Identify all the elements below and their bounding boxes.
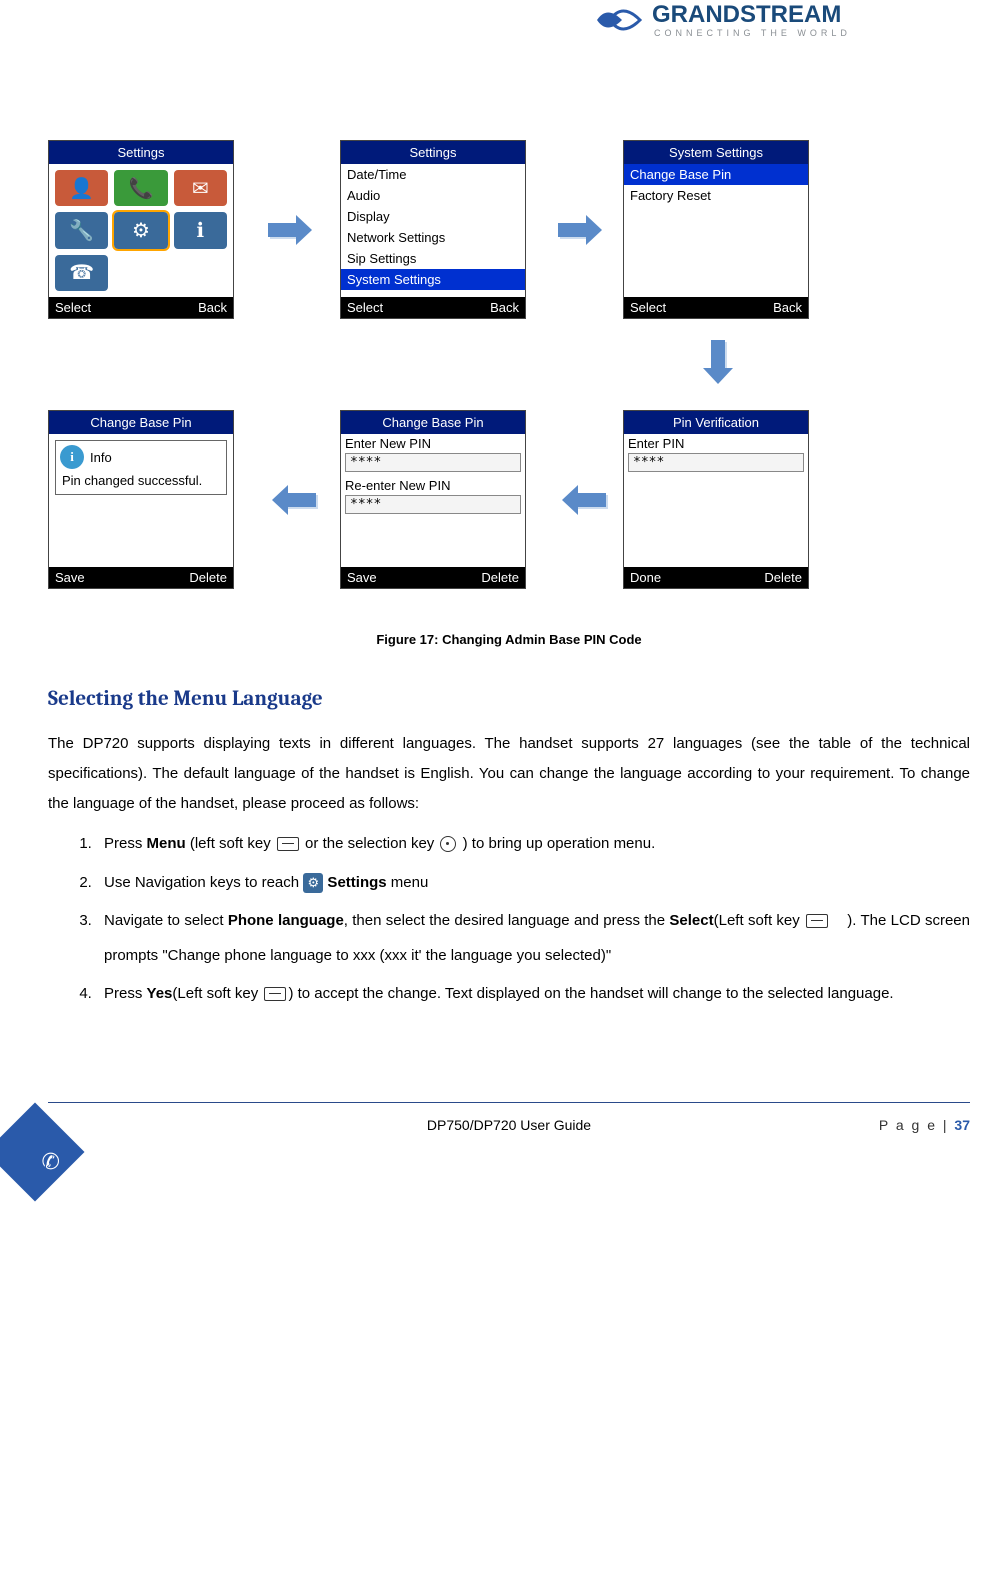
softkey-icon — [264, 987, 286, 1001]
screen-success: Change Base Pin i Info Pin changed succe… — [48, 410, 234, 589]
contacts-icon: 👤 — [55, 170, 108, 206]
selection-key-icon — [440, 836, 456, 852]
arrow-right-icon — [558, 215, 608, 245]
list-item: Audio — [341, 185, 525, 206]
info-title: Info — [90, 450, 112, 465]
footer-title: DP750/DP720 User Guide — [427, 1117, 591, 1133]
corner-badge-icon — [0, 1102, 84, 1201]
settings-gear-icon: ⚙ — [114, 212, 167, 248]
svg-text:GRANDSTREAM: GRANDSTREAM — [652, 1, 841, 28]
screen-title: System Settings — [624, 141, 808, 164]
arrow-down-icon — [703, 340, 733, 390]
step-item: Use Navigation keys to reach ⚙ Settings … — [96, 866, 970, 901]
brand-logo: GRANDSTREAM CONNECTING THE WORLD — [592, 0, 972, 40]
figure-screens: Settings 👤 📞 ✉ 🔧 ⚙ ℹ ☎ Select Back Se — [48, 140, 970, 620]
screen-title: Pin Verification — [624, 411, 808, 434]
arrow-right-icon — [268, 215, 318, 245]
list-item-selected: System Settings — [341, 269, 525, 290]
softkey-right: Delete — [189, 570, 227, 585]
softkey-left: Save — [347, 570, 377, 585]
softkey-right: Delete — [481, 570, 519, 585]
arrow-left-icon — [266, 485, 316, 515]
info-icon: i — [60, 445, 84, 469]
voicemail-icon: ✉ — [174, 170, 227, 206]
softkey-left: Save — [55, 570, 85, 585]
page-footer: DP750/DP720 User Guide P a g e | 37 — [48, 1102, 970, 1133]
step-item: Press Yes(Left soft key ) to accept the … — [96, 977, 970, 1012]
screen-title: Change Base Pin — [341, 411, 525, 434]
screen-title: Settings — [341, 141, 525, 164]
softkey-left: Select — [347, 300, 383, 315]
pin-field: **** — [628, 453, 804, 472]
softkey-icon — [277, 837, 299, 851]
figure-caption: Figure 17: Changing Admin Base PIN Code — [48, 632, 970, 647]
list-item: Display — [341, 206, 525, 227]
screen-change-base-pin: Change Base Pin Enter New PIN **** Re-en… — [340, 410, 526, 589]
screen-title: Change Base Pin — [49, 411, 233, 434]
softkey-left: Select — [55, 300, 91, 315]
softkey-left: Select — [630, 300, 666, 315]
field-label: Enter PIN — [624, 434, 808, 453]
field-label: Re-enter New PIN — [341, 476, 525, 495]
screen-settings-list: Settings Date/Time Audio Display Network… — [340, 140, 526, 319]
list-item: Date/Time — [341, 164, 525, 185]
list-item: Factory Reset — [624, 185, 808, 206]
softkey-right: Back — [773, 300, 802, 315]
gear-icon: ⚙ — [303, 873, 323, 893]
softkey-right: Back — [490, 300, 519, 315]
info-message: Pin changed successful. — [56, 473, 226, 494]
pin-field: **** — [345, 495, 521, 514]
screen-pin-verification: Pin Verification Enter PIN **** Done Del… — [623, 410, 809, 589]
step-item: Navigate to select Phone language, then … — [96, 904, 970, 973]
steps-list: Press Menu (left soft key or the selecti… — [48, 827, 970, 1012]
screen-title: Settings — [49, 141, 233, 164]
pin-field: **** — [345, 453, 521, 472]
softkey-right: Delete — [764, 570, 802, 585]
list-item: Network Settings — [341, 227, 525, 248]
arrow-left-icon — [556, 485, 606, 515]
softkey-icon — [806, 914, 828, 928]
step-item: Press Menu (left soft key or the selecti… — [96, 827, 970, 862]
section-heading: Selecting the Menu Language — [48, 687, 970, 711]
screen-system-settings: System Settings Change Base Pin Factory … — [623, 140, 809, 319]
intro-paragraph: The DP720 supports displaying texts in d… — [48, 729, 970, 819]
call-icon: 📞 — [114, 170, 167, 206]
softkey-right: Back — [198, 300, 227, 315]
status-icon: ℹ — [174, 212, 227, 248]
list-item: Sip Settings — [341, 248, 525, 269]
phone-icon: ☎ — [55, 255, 108, 291]
screen-settings-icons: Settings 👤 📞 ✉ 🔧 ⚙ ℹ ☎ Select Back — [48, 140, 234, 319]
list-item-selected: Change Base Pin — [624, 164, 808, 185]
field-label: Enter New PIN — [341, 434, 525, 453]
tool-icon: 🔧 — [55, 212, 108, 248]
softkey-left: Done — [630, 570, 661, 585]
svg-text:CONNECTING THE WORLD: CONNECTING THE WORLD — [654, 28, 851, 38]
footer-page: P a g e | 37 — [879, 1117, 970, 1133]
